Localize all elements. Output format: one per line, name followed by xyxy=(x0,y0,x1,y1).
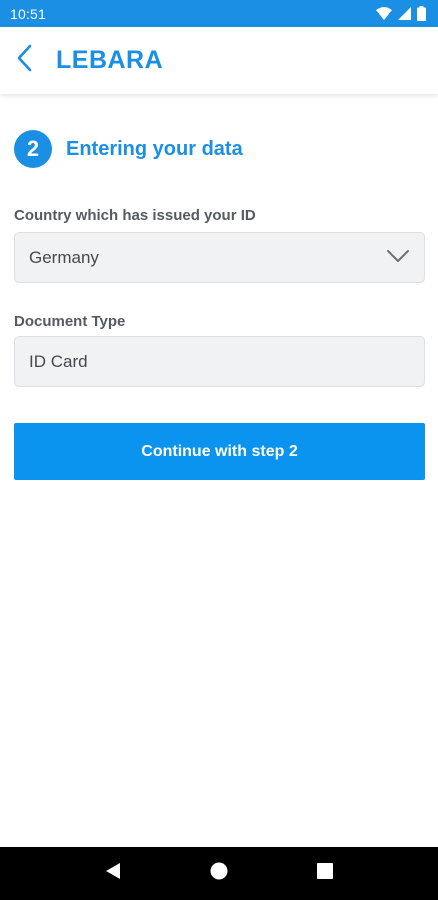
country-label: Country which has issued your ID xyxy=(14,207,256,224)
recents-square-icon xyxy=(317,863,333,884)
nav-recents-button[interactable] xyxy=(305,854,345,894)
app-title: LEBARA xyxy=(56,46,164,74)
chevron-left-icon xyxy=(16,44,32,77)
status-icons xyxy=(376,6,426,21)
step-number-badge: 2 xyxy=(14,130,52,168)
status-time: 10:51 xyxy=(10,5,47,22)
document-type-field[interactable]: ID Card xyxy=(14,336,425,387)
system-nav-bar xyxy=(0,847,438,900)
home-circle-icon xyxy=(210,862,228,885)
back-triangle-icon xyxy=(105,862,121,885)
step-header: 2 Entering your data xyxy=(14,130,243,168)
signal-icon xyxy=(398,7,411,20)
step-title: Entering your data xyxy=(66,137,243,160)
battery-icon xyxy=(417,6,426,21)
chevron-down-icon xyxy=(386,248,410,268)
document-type-label: Document Type xyxy=(14,313,126,330)
continue-button[interactable]: Continue with step 2 xyxy=(14,423,425,480)
nav-back-button[interactable] xyxy=(93,854,133,894)
country-select[interactable]: Germany xyxy=(14,232,425,283)
wifi-icon xyxy=(376,7,392,20)
country-value: Germany xyxy=(29,247,99,267)
app-bar: LEBARA xyxy=(0,27,438,94)
status-bar: 10:51 xyxy=(0,0,438,27)
nav-home-button[interactable] xyxy=(199,854,239,894)
document-type-value: ID Card xyxy=(29,351,88,371)
